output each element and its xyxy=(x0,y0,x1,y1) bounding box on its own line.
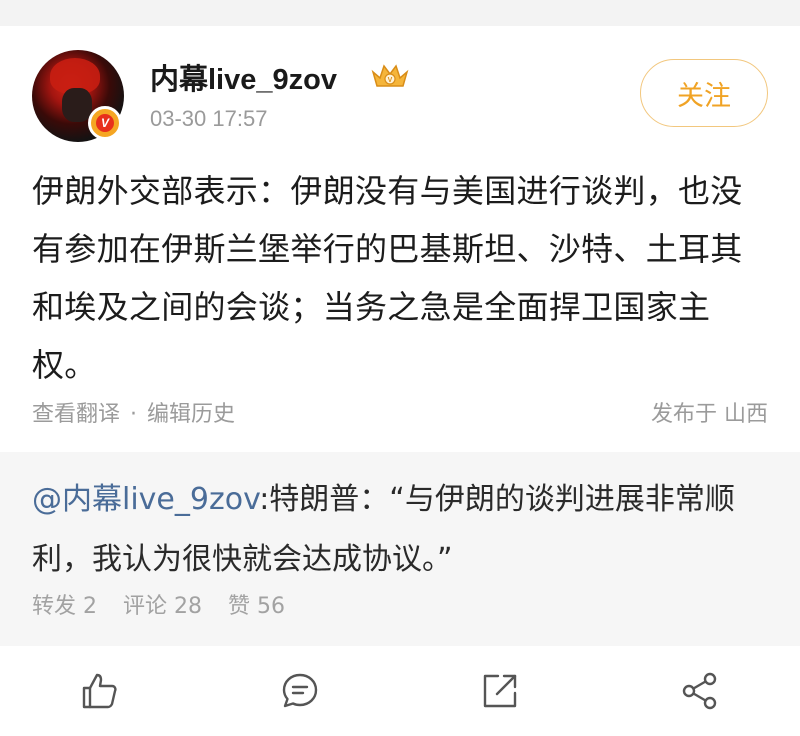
meta-left: 查看翻译 · 编辑历史 xyxy=(32,396,235,428)
meta-separator: · xyxy=(130,402,138,427)
like-count: 赞 56 xyxy=(228,594,285,619)
forward-icon xyxy=(483,674,517,708)
repost-stats: 转发 2 评论 28 赞 56 xyxy=(32,588,285,620)
comment-count: 评论 28 xyxy=(123,594,202,619)
author-name[interactable]: 内幕live_9zov xyxy=(150,56,337,98)
crown-icon: V xyxy=(371,64,409,87)
edit-history-link[interactable]: 编辑历史 xyxy=(147,402,235,427)
action-bar xyxy=(0,646,800,736)
meta-row: 查看翻译 · 编辑历史 发布于 山西 xyxy=(32,396,768,428)
follow-button[interactable]: 关注 xyxy=(640,59,768,127)
translate-link[interactable]: 查看翻译 xyxy=(32,402,120,427)
repost-text: @内幕live_9zov:特朗普：“与伊朗的谈判进展非常顺利，我认为很快就会达成… xyxy=(32,470,772,590)
repost-card[interactable]: @内幕live_9zov:特朗普：“与伊朗的谈判进展非常顺利，我认为很快就会达成… xyxy=(0,452,800,646)
comment-icon xyxy=(282,673,318,708)
post-location: 发布于 山西 xyxy=(651,402,768,427)
comment-button[interactable] xyxy=(260,651,340,731)
post-timestamp: 03-30 17:57 xyxy=(150,106,268,131)
svg-text:V: V xyxy=(388,77,393,84)
forward-count: 转发 2 xyxy=(32,594,97,619)
like-button[interactable] xyxy=(60,651,140,731)
post-text: 伊朗外交部表示：伊朗没有与美国进行谈判，也没有参加在伊斯兰堡举行的巴基斯坦、沙特… xyxy=(32,172,743,384)
share-button[interactable] xyxy=(660,651,740,731)
verified-letter: V xyxy=(96,114,114,132)
share-icon xyxy=(682,672,717,710)
avatar-face xyxy=(62,88,92,122)
thumbs-up-icon xyxy=(82,673,117,709)
verified-badge-icon: V xyxy=(88,106,122,140)
repost-mention[interactable]: @内幕live_9zov xyxy=(32,482,259,517)
top-strip xyxy=(0,0,800,26)
forward-button[interactable] xyxy=(460,651,540,731)
